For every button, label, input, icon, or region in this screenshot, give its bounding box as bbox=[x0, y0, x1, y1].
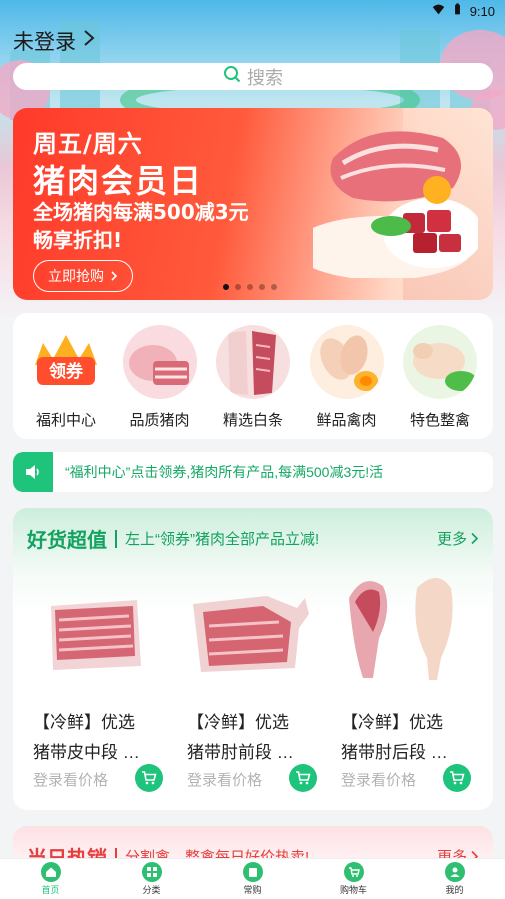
login-text: 未登录 bbox=[13, 31, 76, 54]
pager-dot[interactable] bbox=[247, 284, 253, 290]
banner-discount-text: 畅享折扣! bbox=[33, 228, 123, 252]
category-fresh-poultry[interactable]: 鲜品禽肉 bbox=[304, 325, 390, 439]
profile-icon bbox=[444, 862, 465, 882]
banner-headline-days: 周五/周六 bbox=[33, 130, 143, 158]
login-link[interactable]: 未登录 bbox=[13, 26, 96, 56]
tab-label: 首页 bbox=[41, 885, 60, 895]
product-name: 猪带肘前段 … bbox=[187, 743, 294, 762]
category-icon bbox=[141, 862, 162, 882]
product-name: 猪带肘后段 … bbox=[341, 743, 448, 762]
category-label: 鲜品禽肉 bbox=[316, 412, 377, 429]
product-price: 登录看价格 bbox=[341, 772, 417, 789]
cart-icon bbox=[296, 771, 311, 785]
promo-banner[interactable]: 周五/周六 猪肉会员日 全场猪肉每满500减3元 畅享折扣! 立即抢购 bbox=[13, 108, 493, 300]
pork-icon bbox=[122, 325, 197, 399]
pager-dot[interactable] bbox=[259, 284, 265, 290]
tab-label: 分类 bbox=[142, 885, 161, 895]
home-icon bbox=[40, 862, 61, 882]
chevron-right-icon bbox=[471, 532, 479, 545]
bottom-tab-bar: 首页 分类 常购 购物车 我的 bbox=[0, 858, 505, 899]
product-card[interactable]: 【冷鲜】优选 猪带肘前段 … 登录看价格 bbox=[173, 568, 321, 798]
svg-text:领券: 领券 bbox=[49, 361, 84, 382]
tab-label: 我的 bbox=[445, 885, 464, 895]
poultry-icon bbox=[309, 325, 384, 399]
product-tag: 【冷鲜】优选 bbox=[187, 713, 289, 732]
category-label: 品质猪肉 bbox=[129, 412, 190, 429]
category-quality-pork[interactable]: 品质猪肉 bbox=[117, 325, 203, 439]
tab-cart[interactable]: 购物车 bbox=[303, 859, 404, 899]
category-row: 领券 福利中心 品质猪肉 精选白条 鲜品禽肉 特色整禽 bbox=[13, 313, 493, 439]
product-price: 登录看价格 bbox=[187, 772, 263, 789]
add-to-cart-button[interactable] bbox=[289, 764, 317, 792]
product-price: 登录看价格 bbox=[33, 772, 109, 789]
carcass-icon bbox=[216, 325, 290, 399]
banner-offer-text: 全场猪肉每满500减3元 bbox=[33, 200, 249, 224]
chevron-right-icon bbox=[111, 271, 118, 281]
add-to-cart-button[interactable] bbox=[135, 764, 163, 792]
divider bbox=[115, 529, 117, 548]
buy-now-button[interactable]: 立即抢购 bbox=[33, 260, 133, 292]
product-tag: 【冷鲜】优选 bbox=[33, 713, 135, 732]
pager-dot[interactable] bbox=[235, 284, 241, 290]
coupon-icon: 领券 bbox=[29, 325, 103, 399]
meat-image bbox=[313, 131, 478, 278]
notice-text: “福利中心”点击领券,猪肉所有产品,每满500减3元!活 bbox=[65, 464, 384, 480]
featured-header: 好货超值 左上“领券”猪肉全部产品立减! 更多 bbox=[27, 524, 479, 553]
cart-icon bbox=[450, 771, 465, 785]
search-input[interactable]: 搜索 bbox=[13, 63, 493, 90]
product-card[interactable]: 【冷鲜】优选 猪带肘后段 … 登录看价格 bbox=[327, 568, 475, 798]
add-to-cart-button[interactable] bbox=[443, 764, 471, 792]
pager-dot[interactable] bbox=[271, 284, 277, 290]
cart-icon bbox=[142, 771, 157, 785]
search-icon bbox=[223, 65, 241, 88]
tab-frequent[interactable]: 常购 bbox=[202, 859, 303, 899]
product-card[interactable]: 【冷鲜】优选 猪带皮中段 … 登录看价格 bbox=[19, 568, 167, 798]
speaker-icon bbox=[13, 452, 53, 492]
product-tag: 【冷鲜】优选 bbox=[341, 713, 443, 732]
category-select-carcass[interactable]: 精选白条 bbox=[210, 325, 296, 439]
pager-dot[interactable] bbox=[223, 284, 229, 290]
section-title: 好货超值 bbox=[27, 528, 107, 552]
category-label: 福利中心 bbox=[35, 412, 96, 429]
tab-profile[interactable]: 我的 bbox=[404, 859, 505, 899]
chevron-right-icon bbox=[82, 28, 96, 54]
tab-category[interactable]: 分类 bbox=[101, 859, 202, 899]
whole-chicken-icon bbox=[403, 325, 477, 399]
status-bar: 9:10 bbox=[0, 0, 505, 22]
featured-section: 好货超值 左上“领券”猪肉全部产品立减! 更多 【冷鲜】优选 猪带皮中段 … 登… bbox=[13, 508, 493, 810]
product-list: 【冷鲜】优选 猪带皮中段 … 登录看价格 【冷鲜】优选 猪带肘前段 … 登录看价… bbox=[13, 568, 493, 798]
product-image bbox=[51, 600, 141, 670]
tab-label: 常购 bbox=[243, 885, 262, 895]
tab-home[interactable]: 首页 bbox=[0, 859, 101, 899]
battery-icon bbox=[451, 3, 464, 19]
cart-icon bbox=[343, 862, 364, 882]
category-whole-poultry[interactable]: 特色整禽 bbox=[397, 325, 483, 439]
more-link[interactable]: 更多 bbox=[437, 528, 479, 549]
more-label: 更多 bbox=[436, 531, 467, 548]
notice-bar[interactable]: “福利中心”点击领券,猪肉所有产品,每满500减3元!活 bbox=[13, 452, 493, 492]
banner-pager bbox=[223, 284, 277, 290]
section-subtitle: 左上“领券”猪肉全部产品立减! bbox=[125, 531, 320, 548]
buy-now-label: 立即抢购 bbox=[48, 269, 104, 285]
product-image bbox=[349, 578, 453, 680]
wifi-icon bbox=[432, 3, 445, 19]
product-image bbox=[193, 596, 309, 672]
category-label: 精选白条 bbox=[222, 412, 283, 429]
search-placeholder: 搜索 bbox=[247, 67, 283, 88]
frequent-icon bbox=[242, 862, 263, 882]
category-label: 特色整禽 bbox=[409, 412, 470, 429]
product-name: 猪带皮中段 … bbox=[33, 743, 140, 762]
category-welfare-center[interactable]: 领券 福利中心 bbox=[23, 325, 109, 439]
clock-time: 9:10 bbox=[469, 3, 495, 19]
tab-label: 购物车 bbox=[339, 885, 367, 895]
